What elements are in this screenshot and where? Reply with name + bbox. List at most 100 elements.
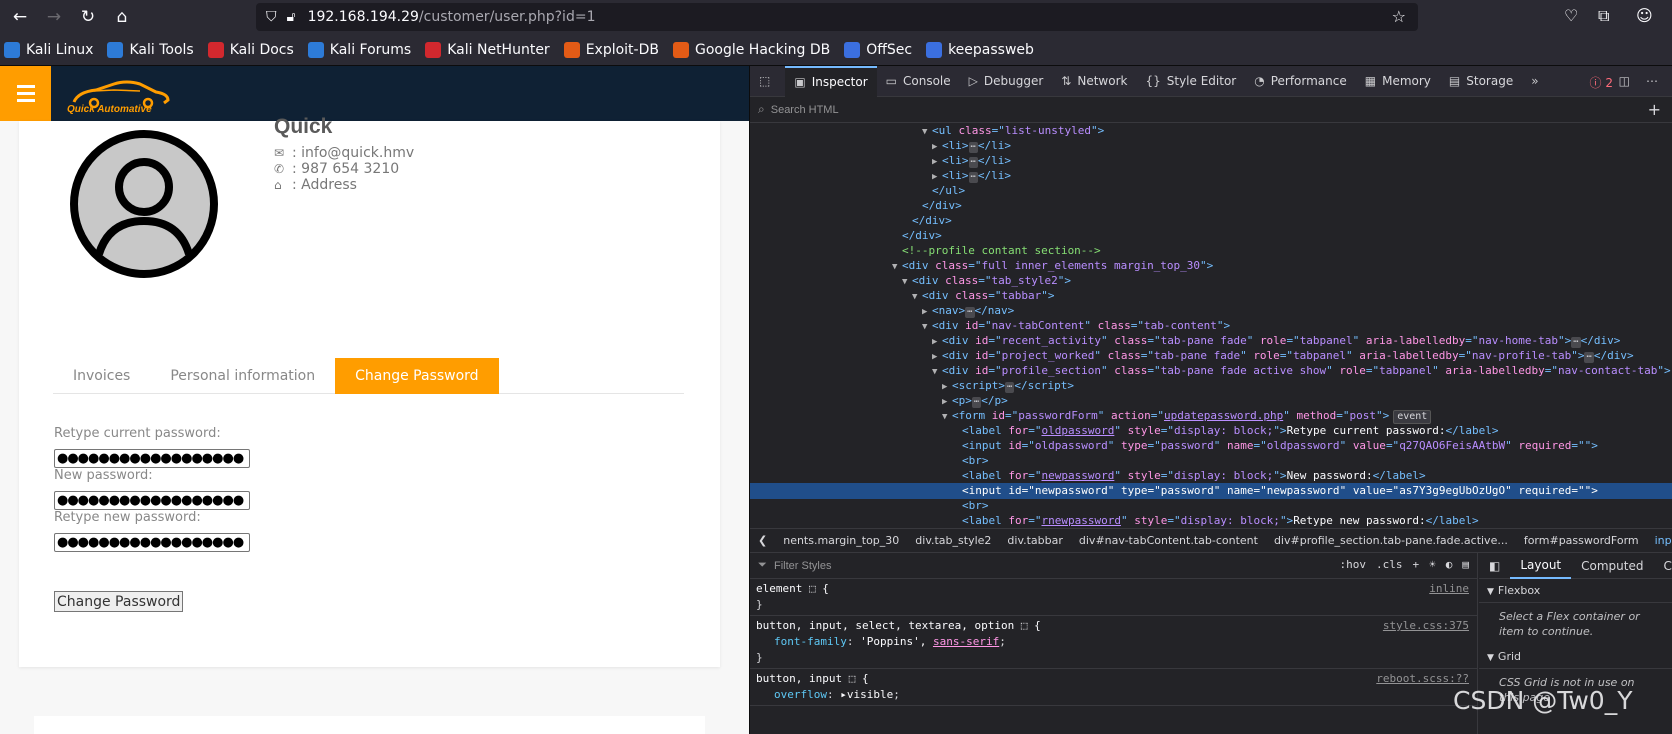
tab-invoices[interactable]: Invoices	[53, 358, 150, 394]
account-icon[interactable]: ☺	[1636, 6, 1653, 25]
breadcrumb-item[interactable]: div#profile_section.tab-pane.fade.active…	[1266, 534, 1516, 547]
markup-line[interactable]: ▼ <ul class="list-unstyled">	[750, 123, 1672, 139]
print-media-icon[interactable]: ▤	[1462, 558, 1469, 571]
markup-line[interactable]: ▶ <p> ⋯ </p>	[750, 393, 1672, 409]
sidebar-toggle-icon[interactable]: ◧	[1479, 553, 1510, 579]
markup-line[interactable]: ▼ <form id="passwordForm" action="updatep…	[750, 408, 1672, 424]
bookmark-item[interactable]: Kali Tools	[107, 41, 194, 58]
menu-icon[interactable]	[0, 66, 51, 121]
rnewpassword-input[interactable]: ●●●●●●●●●●●●●●●●●●	[54, 533, 250, 552]
breadcrumb-item[interactable]: div#nav-tabContent.tab-content	[1071, 534, 1266, 547]
markup-line[interactable]: ▶ <div id="project_worked" class="tab-pan…	[750, 348, 1672, 364]
devtools-tabs: ⬚ ▣ Inspector ▭ Console ▷ Debugger ⇅ Network…	[750, 65, 1672, 97]
markup-line[interactable]: <input id="oldpassword" type="password" …	[750, 438, 1672, 454]
cls-toggle[interactable]: .cls	[1376, 558, 1403, 571]
tab-layout[interactable]: Layout	[1510, 553, 1572, 579]
shield-icon[interactable]: ⛉	[266, 9, 277, 25]
markup-line[interactable]: <label for="oldpassword" style="display:…	[750, 423, 1672, 439]
markup-line[interactable]: ▼ <div id="nav-tabContent" class="tab-con…	[750, 318, 1672, 334]
bookmark-item[interactable]: Kali Forums	[307, 41, 411, 58]
markup-line[interactable]: ▶ <li> ⋯ </li>	[750, 153, 1672, 169]
tab-memory[interactable]: ▦ Memory	[1356, 66, 1440, 97]
markup-line[interactable]: ▶ <div id="recent_activity" class="tab-pa…	[750, 333, 1672, 349]
breadcrumb-item[interactable]: form#passwordForm	[1516, 534, 1647, 547]
tab-storage[interactable]: ▤ Storage	[1440, 66, 1522, 97]
tab-style-editor[interactable]: {} Style Editor	[1136, 66, 1245, 97]
bookmark-favicon-icon	[307, 41, 324, 58]
bookmark-favicon-icon	[672, 41, 689, 58]
rules-pane: ⏷ :hov .cls + ☀ ◐ ▤ element ⬚ { inline }…	[750, 553, 1478, 734]
search-html-input[interactable]	[770, 103, 971, 116]
breadcrumb-scroll-left-icon[interactable]: ❮	[750, 534, 775, 547]
more-options-icon[interactable]: ⋯	[1637, 66, 1672, 97]
lock-icon[interactable]: 🔓︎	[287, 9, 296, 25]
tab-change-password[interactable]: Change Password	[335, 358, 499, 394]
bookmark-item[interactable]: Kali Linux	[4, 41, 93, 58]
oldpassword-input[interactable]: ●●●●●●●●●●●●●●●●●●	[54, 449, 250, 468]
css-rule-reboot[interactable]: button, input ⬚ { reboot.scss:?? overflo…	[750, 669, 1477, 706]
markup-line[interactable]: ▶ <script> ⋯ </script>	[750, 378, 1672, 394]
bookmark-item[interactable]: Kali NetHunter	[425, 41, 550, 58]
bookmark-star-icon[interactable]: ☆	[1392, 7, 1406, 26]
markup-line[interactable]: ▶ <li> ⋯ </li>	[750, 138, 1672, 154]
bookmark-item[interactable]: Google Hacking DB	[672, 41, 830, 58]
add-rule-icon[interactable]: +	[1413, 558, 1420, 571]
markup-line[interactable]: </ul>	[750, 183, 1672, 199]
css-rule-style[interactable]: button, input, select, textarea, option …	[750, 616, 1477, 669]
web-page: Quick Automative Quick ✉: info@quick.hmv…	[0, 66, 749, 734]
tab-console[interactable]: ▭ Console	[877, 66, 960, 97]
reload-icon[interactable]: ↻	[74, 3, 102, 31]
dark-scheme-icon[interactable]: ◐	[1446, 558, 1453, 571]
breadcrumb-item[interactable]: div.tabbar	[999, 534, 1070, 547]
change-password-button[interactable]: Change Password	[54, 591, 184, 612]
markup-line[interactable]: <!--profile contant section-->	[750, 243, 1672, 259]
more-tabs-icon[interactable]: »	[1522, 66, 1553, 97]
breadcrumb-item-current[interactable]: input#newpassword	[1647, 534, 1672, 547]
filter-styles-input[interactable]	[774, 559, 974, 572]
bookmark-item[interactable]: Kali Docs	[207, 41, 294, 58]
markup-line-selected[interactable]: <input id="newpassword" type="password" …	[750, 483, 1672, 499]
markup-line[interactable]: ▶ <nav> ⋯ </nav>	[750, 303, 1672, 319]
extensions-icon[interactable]: ⧉	[1598, 6, 1609, 26]
markup-line[interactable]: </div>	[750, 198, 1672, 214]
grid-section-header[interactable]: ▼ Grid	[1479, 645, 1672, 669]
breadcrumb-item[interactable]: div.tab_style2	[907, 534, 999, 547]
element-picker-icon[interactable]: ⬚	[750, 66, 785, 97]
markup-line[interactable]: </div>	[750, 228, 1672, 244]
markup-line[interactable]: <label for="rnewpassword" style="display…	[750, 513, 1672, 528]
markup-line[interactable]: ▼ <div class="tab_style2">	[750, 273, 1672, 289]
flexbox-section-header[interactable]: ▼ Flexbox	[1479, 579, 1672, 603]
forward-icon[interactable]: →	[40, 3, 68, 31]
tab-personal-information[interactable]: Personal information	[150, 358, 335, 394]
light-scheme-icon[interactable]: ☀	[1429, 558, 1436, 571]
css-rule-element[interactable]: element ⬚ { inline }	[750, 579, 1477, 616]
bookmark-item[interactable]: Exploit-DB	[563, 41, 659, 58]
breadcrumb-item[interactable]: nents.margin_top_30	[775, 534, 907, 547]
tab-network[interactable]: ⇅ Network	[1052, 66, 1136, 97]
newpassword-input[interactable]: ●●●●●●●●●●●●●●●●●●	[54, 491, 250, 510]
tab-performance[interactable]: ◔ Performance	[1245, 66, 1356, 97]
tab-debugger[interactable]: ▷ Debugger	[960, 66, 1053, 97]
markup-line[interactable]: </div>	[750, 213, 1672, 229]
markup-line[interactable]: <br>	[750, 453, 1672, 469]
tab-inspector[interactable]: ▣ Inspector	[785, 65, 877, 97]
back-icon[interactable]: ←	[6, 3, 34, 31]
url-text[interactable]: 192.168.194.29/customer/user.php?id=1	[308, 9, 596, 25]
bookmark-item[interactable]: OffSec	[844, 41, 912, 58]
watermark: CSDN @Tw0_Y	[1453, 686, 1633, 715]
markup-line[interactable]: ▼ <div class="tabbar">	[750, 288, 1672, 304]
hov-toggle[interactable]: :hov	[1340, 558, 1367, 571]
markup-line[interactable]: ▶ <li> ⋯ </li>	[750, 168, 1672, 184]
storage-icon: ▤	[1448, 74, 1461, 88]
add-node-icon[interactable]: +	[1648, 100, 1661, 119]
tab-changes[interactable]: Cha	[1653, 553, 1672, 579]
markup-line[interactable]: ▼ <div id="profile_section" class="tab-pa…	[750, 363, 1672, 379]
markup-line[interactable]: <br>	[750, 498, 1672, 514]
bookmark-item[interactable]: keepassweb	[926, 41, 1034, 58]
tab-computed[interactable]: Computed	[1571, 553, 1653, 579]
url-bar[interactable]: ⛉ 🔓︎ 192.168.194.29/customer/user.php?id…	[256, 3, 1418, 31]
markup-line[interactable]: ▼ <div class="full inner_elements margin_…	[750, 258, 1672, 274]
markup-line[interactable]: <label for="newpassword" style="display:…	[750, 468, 1672, 484]
pocket-icon[interactable]: ♡	[1564, 6, 1578, 25]
home-icon[interactable]: ⌂	[108, 3, 136, 31]
